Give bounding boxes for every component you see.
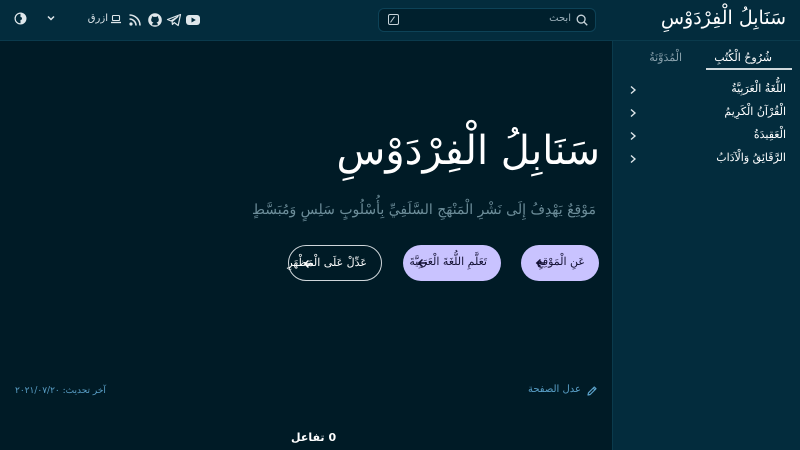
telegram-icon[interactable] [166,12,182,28]
learn-arabic-button[interactable]: تَعَلَّمِ اللُّغَةَ الْعَرَبِيَّةَ [403,245,501,281]
laptop-icon [111,14,121,24]
top-navbar: سَنَابِلُ الْفِرْدَوْسِ ابحث ازرق [0,0,800,41]
sidebar-item-label: الْعَقِيدَةُ [753,128,786,141]
sidebar-item-creed[interactable]: الْعَقِيدَةُ [613,125,800,148]
chevron-down-icon[interactable] [45,12,57,24]
keyboard-shortcut-icon [388,14,399,25]
sidebar-item-label: الرَّقَائِقُ وَالْآدَابُ [716,151,786,164]
sidebar-item-arabic-language[interactable]: اللُّغَةُ الْعَرَبِيَّةُ [613,79,800,102]
arrow-left-icon [303,259,313,269]
sidebar: شُرُوحُ الْكُتُبِ الْمُدَوَّنَةُ اللُّغَ… [612,41,800,450]
arrow-left-icon [417,258,427,268]
about-site-button[interactable]: عَنِ الْمَوْقِعِ [521,245,599,281]
chevron-right-icon [630,85,637,95]
theme-selector[interactable]: ازرق [78,11,122,29]
chevron-right-icon [630,131,637,141]
active-tab-indicator [706,68,792,70]
sidebar-item-label: الْقُرْآنُ الْكَرِيمُ [724,105,786,118]
pencil-icon [587,386,597,396]
sidebar-item-label: اللُّغَةُ الْعَرَبِيَّةُ [731,82,786,95]
chevron-right-icon [630,154,637,164]
reactions-label: تفاعل [291,431,325,444]
sidebar-item-quran[interactable]: الْقُرْآنُ الْكَرِيمُ [613,102,800,125]
site-title-link[interactable]: سَنَابِلُ الْفِرْدَوْسِ [661,7,786,29]
search-icon [576,14,588,26]
sidebar-tabs: شُرُوحُ الْكُتُبِ الْمُدَوَّنَةُ [613,41,800,71]
edit-page-link[interactable]: عدل الصفحة [527,384,598,396]
search-input[interactable]: ابحث [378,8,596,32]
reactions-number: 0 [328,431,337,444]
button-label: عَدِّلْ عَلَى الْمَظْهَرِ [287,256,367,269]
youtube-icon[interactable] [185,12,201,28]
reactions-count: 0تفاعل [291,431,336,444]
tab-blog[interactable]: الْمُدَوَّنَةُ [649,51,682,64]
github-icon[interactable] [147,12,163,28]
chevron-right-icon [630,108,637,118]
sidebar-item-manners[interactable]: الرَّقَائِقُ وَالْآدَابُ [613,148,800,171]
last-updated: آخر تحديث: ٢٠٢١/٠٧/٢٠ [15,386,106,396]
tab-book-explanations[interactable]: شُرُوحُ الْكُتُبِ [714,51,772,64]
hero-title: سَنَابِلُ الْفِرْدَوْسِ [336,128,600,174]
theme-toggle-icon[interactable] [14,12,27,25]
customize-appearance-button[interactable]: عَدِّلْ عَلَى الْمَظْهَرِ [287,245,382,281]
hero-subtitle: مَوْقِعٌ يَهْدِفُ إِلَى نَشْرِ الْمَنْهَ… [251,202,596,218]
edit-page-label: عدل الصفحة [527,384,581,395]
rss-icon[interactable] [127,12,143,28]
search-placeholder: ابحث [549,13,571,24]
arrow-left-icon [535,258,545,268]
sidebar-list: اللُّغَةُ الْعَرَبِيَّةُ الْقُرْآنُ الْك… [613,79,800,171]
theme-label: ازرق [87,13,108,24]
